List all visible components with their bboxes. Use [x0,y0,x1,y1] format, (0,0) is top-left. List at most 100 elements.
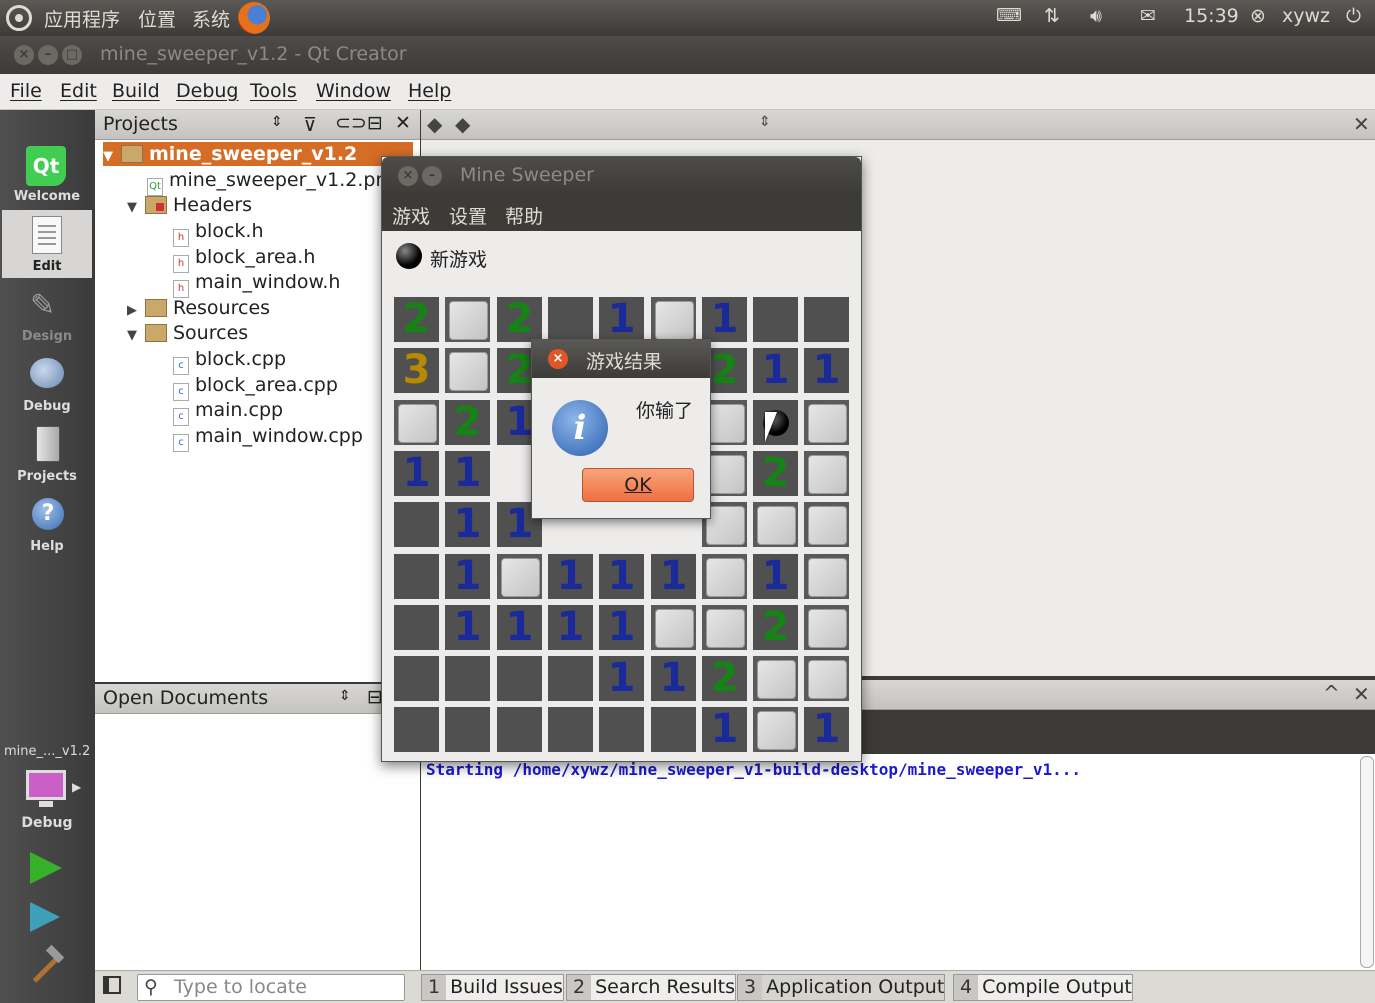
mail-icon[interactable]: ✉ [1140,5,1156,27]
cell-empty[interactable] [599,707,644,752]
cell-number[interactable]: 1 [497,605,542,650]
output-scrollbar[interactable] [1360,756,1374,968]
run-icon[interactable] [30,852,62,884]
close-dialog-icon[interactable]: × [548,349,568,369]
link-icon[interactable]: ⊂⊃ [335,112,367,134]
cell-empty[interactable] [548,707,593,752]
cell-number[interactable]: 1 [599,605,644,650]
cell-empty[interactable] [651,707,696,752]
cell-number[interactable]: 1 [804,707,849,752]
expand-arrow-icon[interactable]: ▼ [103,145,121,169]
cell-number[interactable]: 1 [445,554,490,599]
menu-settings[interactable]: 设置 [449,202,487,229]
cell-number[interactable]: 1 [548,605,593,650]
panel-menu-places[interactable]: 位置 [138,5,176,32]
cell-number[interactable]: 1 [651,554,696,599]
close-window-icon[interactable]: × [398,166,418,186]
close-document-icon[interactable]: ✕ [1353,112,1370,136]
cell-number[interactable]: 1 [804,348,849,393]
tree-item-headers[interactable]: ▼ Headers [127,193,252,217]
tree-item-project[interactable]: ▼ mine_sweeper_v1.2 [103,142,413,166]
cell-number[interactable]: 1 [702,297,747,342]
document-selector-arrows-icon[interactable]: ⇕ [759,114,771,130]
cell-number[interactable]: 1 [394,451,439,496]
menu-file[interactable]: File [10,80,42,102]
build-hammer-icon[interactable] [30,950,64,984]
ok-button[interactable]: OK [582,468,694,502]
cell-number[interactable]: 1 [599,554,644,599]
tree-item-file[interactable]: c main.cpp [173,398,283,426]
volume-icon[interactable]: 🔊︎ [1090,5,1102,27]
cell-empty[interactable] [497,656,542,701]
clock[interactable]: 15:39 [1184,5,1239,27]
menu-help[interactable]: 帮助 [505,202,543,229]
cell-number[interactable]: 3 [394,348,439,393]
collapsed-arrow-icon[interactable]: ▶ [127,299,145,323]
tree-item-pro-file[interactable]: Qt mine_sweeper_v1.2.pr [147,168,383,196]
menu-edit[interactable]: Edit [60,80,97,102]
cell-empty[interactable] [445,656,490,701]
user-name[interactable]: xywz [1282,5,1330,27]
tree-item-sources[interactable]: ▼ Sources [127,321,248,345]
cell-number[interactable]: 1 [651,656,696,701]
mode-projects[interactable]: Projects [2,420,92,488]
tree-item-file[interactable]: h block_area.h [173,245,315,273]
cell-covered[interactable] [804,554,849,599]
ubuntu-logo-icon[interactable] [6,5,32,31]
cell-number[interactable]: 1 [445,451,490,496]
cell-number[interactable]: 2 [702,656,747,701]
mode-design[interactable]: ✎ Design [2,280,92,348]
split-icon[interactable]: ⊟ [367,112,383,134]
cell-covered[interactable] [651,605,696,650]
tree-item-file[interactable]: h block.h [173,219,264,247]
application-output[interactable]: Starting /home/xywz/mine_sweeper_v1-buil… [421,754,1375,970]
tree-item-file[interactable]: c block_area.cpp [173,373,338,401]
cell-covered[interactable] [804,400,849,445]
tree-item-file[interactable]: c main_window.cpp [173,424,363,452]
toggle-sidebar-icon[interactable] [103,976,121,994]
navigate-forward-icon[interactable]: ◆ [455,112,470,136]
filter-icon[interactable]: ⊽ [303,114,317,136]
open-documents-title[interactable]: Open Documents [103,687,268,709]
maximize-window-icon[interactable]: □ [62,45,82,65]
cell-empty[interactable] [394,656,439,701]
menu-window[interactable]: Window [316,80,391,102]
cell-number[interactable]: 1 [702,707,747,752]
start-debugging-icon[interactable] [30,902,60,932]
kit-selector-arrow-icon[interactable]: ▶ [72,780,81,794]
cell-empty[interactable] [548,297,593,342]
new-game-button[interactable]: 新游戏 [382,231,512,285]
cell-empty[interactable] [394,554,439,599]
close-panel-icon[interactable]: ✕ [395,112,411,134]
cell-covered[interactable] [753,656,798,701]
tab-build-issues[interactable]: 1 Build Issues [421,974,564,1001]
tab-search-results[interactable]: 2 Search Results [566,974,737,1001]
maximize-pane-icon[interactable]: ^ [1323,681,1340,705]
cell-covered[interactable] [394,400,439,445]
mode-edit[interactable]: Edit [2,210,92,278]
cell-number[interactable]: 1 [599,656,644,701]
projects-panel-title[interactable]: Projects [103,113,178,135]
cell-empty[interactable] [548,656,593,701]
cell-empty[interactable] [445,707,490,752]
cell-number[interactable]: 2 [497,297,542,342]
cell-number[interactable]: 1 [445,502,490,547]
mode-help[interactable]: ? Help [2,490,92,558]
cell-covered[interactable] [804,502,849,547]
monitor-icon[interactable] [26,770,66,807]
cell-empty[interactable] [394,707,439,752]
cell-covered[interactable] [445,348,490,393]
expand-arrow-icon[interactable]: ▼ [127,324,145,348]
tab-compile-output[interactable]: 4 Compile Output [953,974,1133,1001]
cell-number[interactable]: 1 [445,605,490,650]
cell-covered[interactable] [497,554,542,599]
cell-empty[interactable] [497,707,542,752]
cell-number[interactable]: 2 [445,400,490,445]
cell-number[interactable]: 2 [394,297,439,342]
tree-item-file[interactable]: h main_window.h [173,270,340,298]
cell-empty[interactable] [394,605,439,650]
power-icon[interactable]: ⏻ [1346,5,1361,27]
close-pane-icon[interactable]: ✕ [1353,682,1370,706]
cell-covered[interactable] [702,554,747,599]
network-icon[interactable]: ⇅ [1044,5,1060,27]
